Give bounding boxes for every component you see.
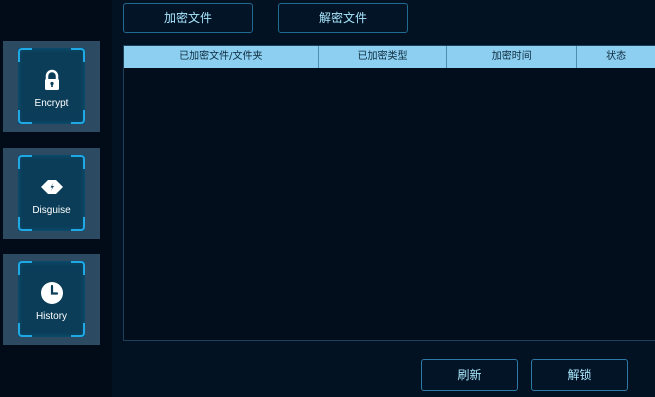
corner-decoration (18, 155, 32, 169)
corner-decoration (71, 323, 85, 337)
lock-icon (44, 69, 59, 90)
nav-history-panel: History (18, 261, 85, 337)
table-header: 已加密文件/文件夹 已加密类型 加密时间 状态 (124, 46, 655, 68)
encrypted-files-table: 已加密文件/文件夹 已加密类型 加密时间 状态 (123, 45, 655, 341)
corner-decoration (71, 217, 85, 231)
corner-decoration (18, 110, 32, 124)
corner-decoration (71, 261, 85, 275)
decrypt-file-button[interactable]: 解密文件 (278, 3, 408, 33)
nav-history[interactable]: History (3, 254, 100, 345)
column-header-status[interactable]: 状态 (577, 46, 655, 68)
nav-disguise[interactable]: Disguise (3, 148, 100, 239)
table-body[interactable] (124, 68, 655, 340)
nav-disguise-label: Disguise (32, 205, 71, 216)
refresh-button[interactable]: 刷新 (421, 359, 518, 391)
corner-decoration (71, 48, 85, 62)
unlock-button[interactable]: 解锁 (531, 359, 628, 391)
nav-encrypt-panel: Encrypt (18, 48, 85, 124)
column-header-encrypted-files[interactable]: 已加密文件/文件夹 (124, 46, 319, 68)
disguise-icon (40, 180, 63, 194)
sidebar: Encrypt Disguise History (0, 0, 112, 397)
corner-decoration (18, 323, 32, 337)
encrypt-file-button[interactable]: 加密文件 (123, 3, 253, 33)
corner-decoration (18, 217, 32, 231)
corner-decoration (71, 110, 85, 124)
corner-decoration (71, 155, 85, 169)
nav-history-label: History (35, 311, 68, 322)
column-header-encrypted-type[interactable]: 已加密类型 (319, 46, 448, 68)
corner-decoration (18, 261, 32, 275)
corner-decoration (18, 48, 32, 62)
nav-disguise-panel: Disguise (18, 155, 85, 231)
nav-encrypt[interactable]: Encrypt (3, 41, 100, 132)
nav-encrypt-label: Encrypt (34, 98, 69, 109)
app-window: Encrypt Disguise History 加密文件 解密文件 已加密文件… (0, 0, 655, 397)
clock-icon (40, 282, 63, 304)
column-header-encrypt-time[interactable]: 加密时间 (447, 46, 578, 68)
